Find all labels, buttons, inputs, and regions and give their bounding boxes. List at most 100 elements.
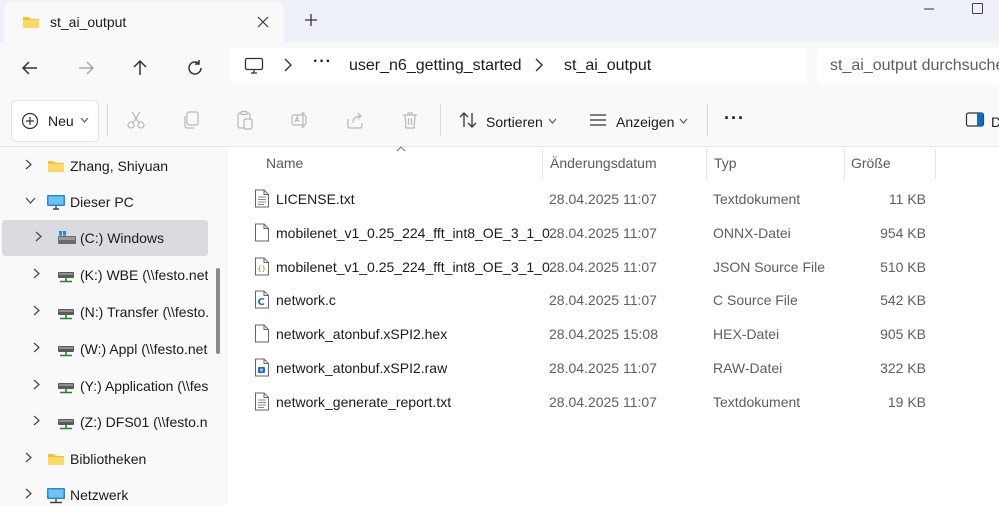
sidebar-item-w-appl[interactable]: (W:) Appl (\\festo.net	[0, 331, 210, 367]
maximize-icon[interactable]	[972, 3, 983, 14]
file-name: network_atonbuf.xSPI2.hex	[276, 326, 448, 342]
monitor-icon	[46, 194, 66, 214]
search-input[interactable]: st_ai_output durchsuchen	[817, 48, 999, 84]
column-header-date[interactable]: Änderungsdatum	[550, 155, 657, 171]
sidebar-item-k-wbe[interactable]: (K:) WBE (\\festo.net\	[0, 257, 210, 293]
copy-icon[interactable]	[180, 109, 202, 131]
sidebar-item-libraries[interactable]: Bibliotheken	[0, 441, 210, 477]
close-icon[interactable]	[252, 11, 274, 33]
drive-icon	[57, 230, 77, 249]
sort-ascending-icon	[396, 144, 406, 155]
minimize-icon[interactable]	[923, 0, 935, 18]
breadcrumb-item[interactable]: user_n6_getting_started	[349, 57, 522, 75]
arrow-up-icon[interactable]	[127, 55, 153, 81]
file-size: 322 KB	[880, 360, 926, 376]
file-date: 28.04.2025 15:08	[549, 326, 658, 342]
file-name: LICENSE.txt	[276, 191, 355, 207]
sort-icon[interactable]	[457, 109, 479, 131]
chevron-right-icon[interactable]	[33, 268, 40, 282]
chevron-right-icon[interactable]	[25, 159, 32, 173]
chevron-down-icon	[80, 115, 89, 125]
chevron-right-icon[interactable]	[535, 58, 543, 75]
sidebar-scrollbar[interactable]	[216, 268, 220, 354]
column-header-type[interactable]: Typ	[714, 155, 737, 171]
column-divider[interactable]	[706, 149, 707, 179]
sidebar-item-label: (W:) Appl (\\festo.net	[80, 341, 208, 357]
toolbar-divider	[107, 104, 108, 136]
share-icon[interactable]	[344, 109, 366, 131]
view-icon[interactable]	[587, 109, 609, 131]
file-date: 28.04.2025 11:07	[549, 191, 657, 207]
column-divider[interactable]	[935, 149, 936, 179]
details-pane-icon[interactable]	[964, 109, 986, 131]
sidebar-item-c-windows[interactable]: (C:) Windows	[2, 220, 208, 256]
chevron-right-icon[interactable]	[33, 415, 40, 429]
sidebar-item-z-dfs01[interactable]: (Z:) DFS01 (\\festo.ne	[0, 404, 210, 440]
chevron-down-icon[interactable]	[25, 196, 36, 207]
file-size: 905 KB	[880, 326, 926, 342]
file-icon	[254, 324, 270, 346]
arrow-right-icon[interactable]	[73, 55, 99, 81]
table-row[interactable]: network_atonbuf.xSPI2.raw 28.04.2025 11:…	[250, 352, 970, 384]
monitor-icon[interactable]	[244, 57, 264, 78]
arrow-left-icon[interactable]	[17, 55, 43, 81]
tab-st-ai-output[interactable]: st_ai_output	[4, 2, 284, 42]
sidebar-item-y-application[interactable]: (Y:) Application (\\fes	[0, 368, 210, 404]
table-row[interactable]: LICENSE.txt 28.04.2025 11:07 Textdokumen…	[250, 183, 970, 215]
breadcrumb-item-current[interactable]: st_ai_output	[564, 57, 651, 75]
file-date: 28.04.2025 11:07	[549, 360, 657, 376]
column-divider[interactable]	[542, 149, 543, 179]
file-size: 11 KB	[888, 191, 926, 207]
rename-icon[interactable]	[289, 109, 311, 131]
chevron-right-icon[interactable]	[35, 231, 42, 245]
paste-icon[interactable]	[234, 109, 256, 131]
plus-icon[interactable]	[300, 10, 322, 32]
search-placeholder: st_ai_output durchsuchen	[830, 57, 999, 74]
refresh-icon[interactable]	[182, 55, 208, 81]
chevron-right-icon[interactable]	[25, 488, 32, 502]
toolbar-divider	[707, 104, 708, 136]
sidebar-item-this-pc[interactable]: Dieser PC	[0, 184, 210, 220]
table-row[interactable]: network_atonbuf.xSPI2.hex 28.04.2025 15:…	[250, 318, 970, 350]
file-icon	[254, 223, 270, 245]
view-button[interactable]: Anzeigen	[616, 114, 674, 130]
breadcrumb-ellipsis[interactable]: ···	[313, 53, 332, 71]
sidebar-item-zhang-shiyuan[interactable]: Zhang, Shiyuan	[0, 148, 210, 184]
table-row[interactable]: C network.c 28.04.2025 11:07 C Source Fi…	[250, 284, 970, 316]
sidebar-item-network[interactable]: Netzwerk	[0, 477, 210, 505]
column-divider[interactable]	[844, 149, 845, 179]
navigation-pane: Zhang, Shiyuan Dieser PC (C:) Windows (K…	[0, 147, 228, 505]
chevron-right-icon[interactable]	[33, 305, 40, 319]
table-row[interactable]: network_generate_report.txt 28.04.2025 1…	[250, 386, 970, 418]
file-name: network_atonbuf.xSPI2.raw	[276, 360, 448, 376]
chevron-down-icon[interactable]	[548, 116, 557, 126]
more-options-button[interactable]: ···	[724, 108, 745, 129]
new-button[interactable]: Neu	[11, 100, 99, 142]
chevron-right-icon[interactable]	[33, 379, 40, 393]
cut-icon[interactable]	[125, 109, 147, 131]
delete-icon[interactable]	[399, 109, 421, 131]
network-icon	[46, 487, 66, 505]
sort-button[interactable]: Sortieren	[486, 114, 543, 130]
file-date: 28.04.2025 11:07	[549, 225, 657, 241]
svg-text:{}: {}	[258, 265, 266, 273]
title-bar: st_ai_output	[0, 0, 999, 42]
chevron-right-icon[interactable]	[25, 452, 32, 466]
column-header-size[interactable]: Größe	[851, 155, 891, 171]
file-name: network_generate_report.txt	[276, 394, 452, 410]
network-drive-icon	[57, 270, 75, 286]
json-file-icon: {}	[254, 257, 270, 279]
sidebar-item-n-transfer[interactable]: (N:) Transfer (\\festo.n	[0, 294, 210, 330]
column-header-name[interactable]: Name	[266, 155, 303, 171]
tab-title: st_ai_output	[50, 14, 127, 30]
address-bar[interactable]: ··· user_n6_getting_started st_ai_output	[230, 48, 806, 84]
folder-icon	[22, 14, 40, 33]
table-row[interactable]: {} mobilenet_v1_0.25_224_fft_int8_OE_3_1…	[250, 251, 970, 283]
chevron-down-icon[interactable]	[679, 116, 688, 126]
chevron-right-icon[interactable]	[33, 342, 40, 356]
details-pane-label[interactable]: D	[991, 114, 999, 130]
network-drive-icon	[57, 344, 75, 360]
chevron-right-icon[interactable]	[284, 58, 292, 75]
table-row[interactable]: mobilenet_v1_0.25_224_fft_int8_OE_3_1_0.…	[250, 217, 970, 249]
file-date: 28.04.2025 11:07	[549, 259, 657, 275]
